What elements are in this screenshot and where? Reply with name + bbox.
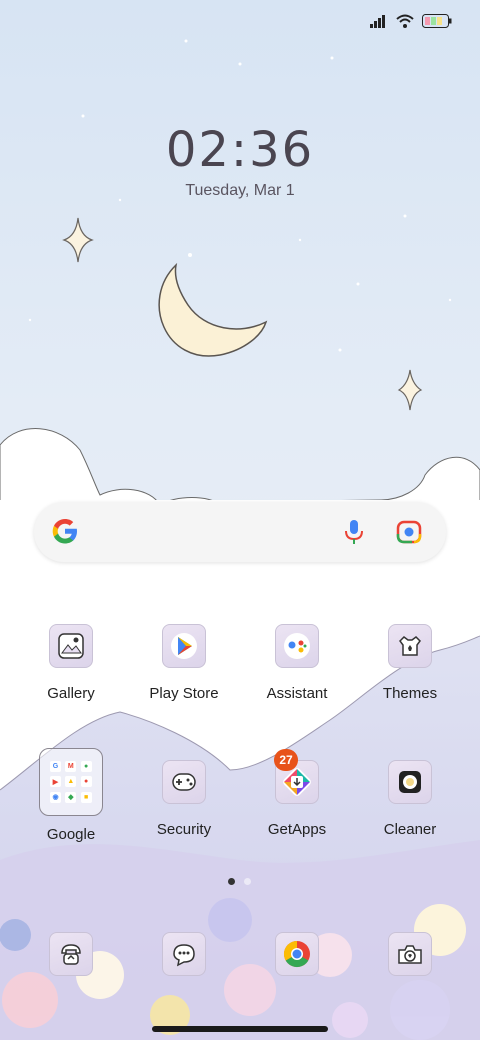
notification-badge: 27 <box>274 749 298 771</box>
app-label: Play Store <box>149 685 219 702</box>
google-folder-icon: G M ● ▶ ▲ ● ◉ ◆ ■ <box>39 748 103 816</box>
signal-bars-icon <box>370 15 385 28</box>
status-bar <box>370 14 452 28</box>
app-play-store[interactable]: Play Store <box>129 624 239 702</box>
dock-chrome[interactable] <box>242 932 352 976</box>
themes-icon <box>388 624 432 668</box>
app-label: GetApps <box>267 821 327 838</box>
lens-icon[interactable] <box>396 519 422 545</box>
wifi-icon <box>396 14 414 28</box>
app-getapps[interactable]: 27 GetApps <box>242 749 352 838</box>
app-assistant[interactable]: Assistant <box>242 624 352 702</box>
dock-camera[interactable] <box>355 932 465 976</box>
app-label: Security <box>156 821 212 838</box>
assistant-icon <box>275 624 319 668</box>
phone-icon <box>49 932 93 976</box>
getapps-icon: 27 <box>274 749 319 804</box>
play-store-icon <box>162 624 206 668</box>
chrome-icon <box>275 932 319 976</box>
page-dot[interactable] <box>244 878 251 885</box>
app-security[interactable]: Security <box>129 760 239 838</box>
app-themes[interactable]: Themes <box>355 624 465 702</box>
app-label: Google <box>46 826 96 843</box>
page-dot-active[interactable] <box>228 878 235 885</box>
mic-icon[interactable] <box>342 519 366 545</box>
page-indicator[interactable] <box>228 878 251 885</box>
dock-messages[interactable] <box>129 932 239 976</box>
app-google-folder[interactable]: G M ● ▶ ▲ ● ◉ ◆ ■ Google <box>16 748 126 843</box>
app-gallery[interactable]: Gallery <box>16 624 126 702</box>
google-g-icon <box>52 519 77 544</box>
app-cleaner[interactable]: Cleaner <box>355 760 465 838</box>
cleaner-icon <box>388 760 432 804</box>
home-indicator[interactable] <box>152 1026 328 1032</box>
gallery-icon <box>49 624 93 668</box>
battery-icon <box>422 14 452 28</box>
app-label: Themes <box>382 685 438 702</box>
clock-date[interactable]: Tuesday, Mar 1 <box>0 182 480 200</box>
app-label: Assistant <box>266 685 328 702</box>
camera-icon <box>388 932 432 976</box>
security-icon <box>162 760 206 804</box>
app-label: Cleaner <box>383 821 437 838</box>
google-search-bar[interactable] <box>34 502 446 562</box>
dock-phone[interactable] <box>16 932 126 976</box>
messages-icon <box>162 932 206 976</box>
clock-time[interactable]: 02:36 <box>0 122 480 178</box>
app-label: Gallery <box>47 685 95 702</box>
